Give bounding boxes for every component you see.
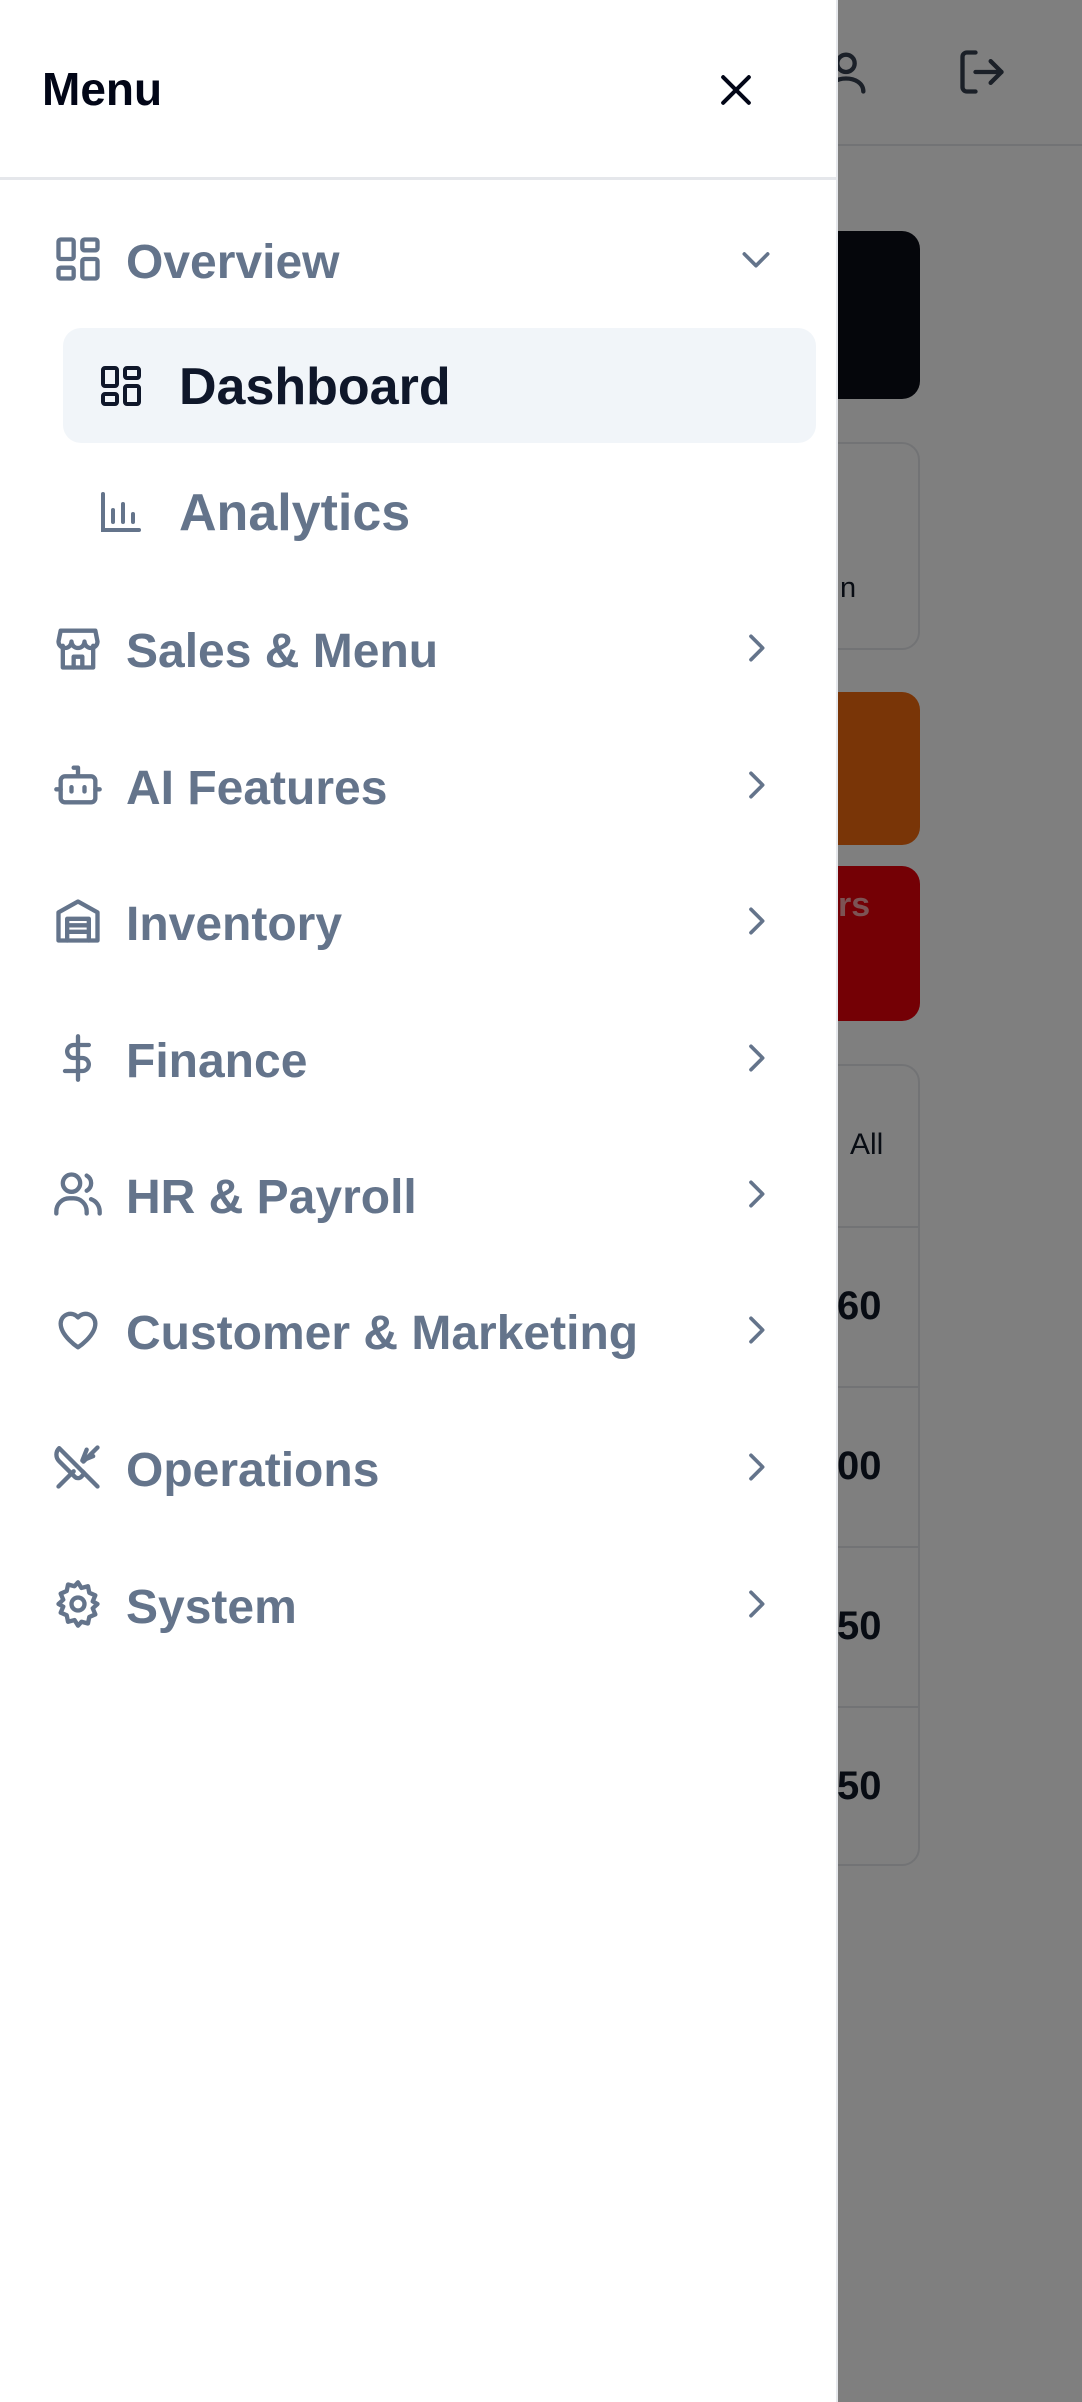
nav-section-finance[interactable]: Finance [30,1008,800,1108]
heart-icon [52,1304,104,1356]
dollar-icon [52,1032,104,1084]
nav-section-overview[interactable]: Overview [30,209,800,309]
nav-item-label: Dashboard [179,358,451,416]
users-icon [52,1168,104,1220]
nav-item-analytics[interactable]: Analytics [63,454,816,569]
layout-grid-icon [52,233,104,285]
nav-item-label: Analytics [179,484,411,542]
nav-section-label: Sales & Menu [126,625,439,678]
chevron-right-icon [736,1038,776,1078]
chevron-down-icon [736,239,776,279]
nav-section-label: Operations [126,1444,380,1497]
nav-item-dashboard[interactable]: Dashboard [63,328,816,443]
navigation-drawer: Menu Overview Dashboard Analytics Sales … [0,0,838,2402]
chevron-right-icon [736,901,776,941]
settings-icon [52,1578,104,1630]
nav-section-label: Overview [126,236,340,289]
utensils-crossed-icon [52,1441,104,1493]
nav-section-ai-features[interactable]: AI Features [30,735,800,835]
close-button[interactable] [706,60,766,120]
drawer-title: Menu [42,63,163,115]
drawer-header: Menu [0,0,838,180]
chevron-right-icon [736,765,776,805]
nav-section-label: System [126,1581,297,1634]
chevron-right-icon [736,1447,776,1487]
nav-section-label: AI Features [126,762,388,815]
bot-icon [52,759,104,811]
bar-chart-icon [97,488,145,536]
chevron-right-icon [736,1584,776,1624]
nav-section-inventory[interactable]: Inventory [30,871,800,971]
dashboard-icon [97,362,145,410]
nav-section-label: HR & Payroll [126,1171,417,1224]
close-icon [721,75,751,105]
chevron-right-icon [736,1310,776,1350]
warehouse-icon [52,895,104,947]
nav-section-system[interactable]: System [30,1554,800,1654]
nav-section-customer-marketing[interactable]: Customer & Marketing [30,1280,800,1380]
nav-section-sales-menu[interactable]: Sales & Menu [30,598,800,698]
nav-section-hr-payroll[interactable]: HR & Payroll [30,1144,800,1244]
nav-section-label: Inventory [126,898,343,951]
store-icon [52,622,104,674]
chevron-right-icon [736,628,776,668]
nav-section-operations[interactable]: Operations [30,1417,800,1517]
chevron-right-icon [736,1174,776,1214]
nav-section-label: Customer & Marketing [126,1307,639,1360]
nav-section-label: Finance [126,1035,308,1088]
